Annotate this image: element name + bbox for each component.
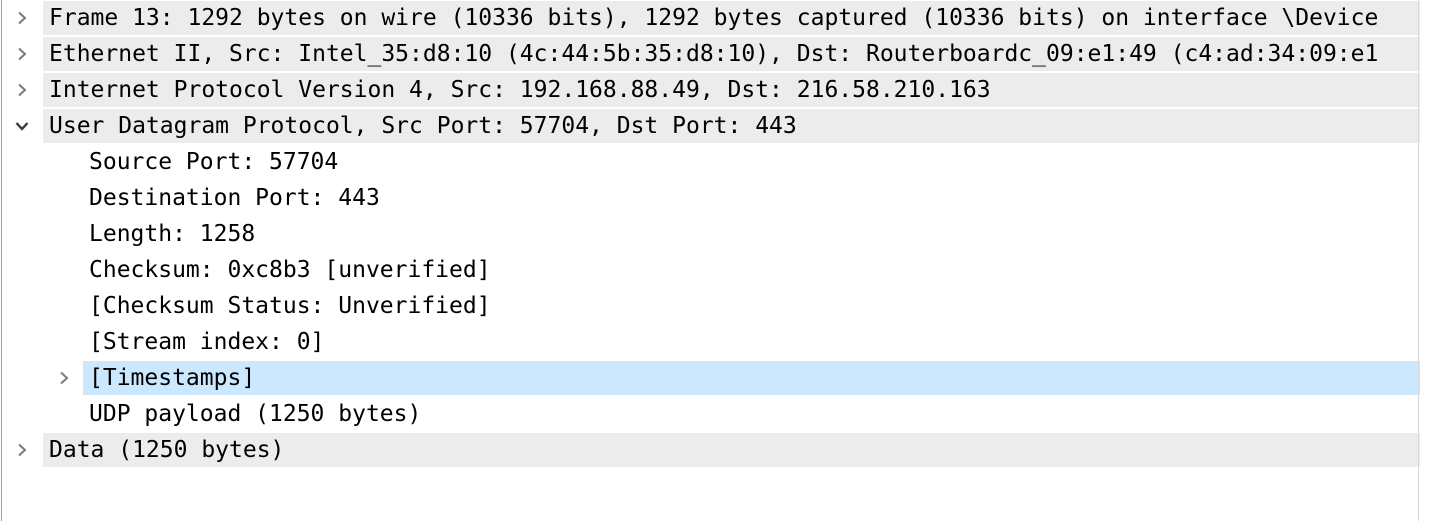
tree-row-udp-payload[interactable]: UDP payload (1250 bytes) <box>2 396 1420 432</box>
tree-row-frame[interactable]: Frame 13: 1292 bytes on wire (10336 bits… <box>2 0 1420 36</box>
tree-row-checksum[interactable]: Checksum: 0xc8b3 [unverified] <box>2 252 1420 288</box>
tree-row-label: [Timestamps] <box>89 365 256 391</box>
tree-row-label: Frame 13: 1292 bytes on wire (10336 bits… <box>49 5 1379 31</box>
tree-row-label: Ethernet II, Src: Intel_35:d8:10 (4c:44:… <box>49 41 1379 67</box>
tree-row-label: Checksum: 0xc8b3 [unverified] <box>89 257 491 283</box>
packet-details-tree: Frame 13: 1292 bytes on wire (10336 bits… <box>1 0 1420 521</box>
selected-row-highlight <box>83 361 1420 395</box>
tree-row-label: Source Port: 57704 <box>89 149 339 175</box>
tree-row-timestamps[interactable]: [Timestamps] <box>2 360 1420 396</box>
chevron-right-icon[interactable] <box>14 432 30 468</box>
tree-row-label: Destination Port: 443 <box>89 185 380 211</box>
chevron-right-icon[interactable] <box>14 36 30 72</box>
tree-row-ipv4[interactable]: Internet Protocol Version 4, Src: 192.16… <box>2 72 1420 108</box>
tree-row-length[interactable]: Length: 1258 <box>2 216 1420 252</box>
chevron-right-icon[interactable] <box>14 72 30 108</box>
chevron-down-icon[interactable] <box>14 108 30 144</box>
tree-row-label: Data (1250 bytes) <box>49 437 285 463</box>
tree-row-data[interactable]: Data (1250 bytes) <box>2 432 1420 468</box>
tree-row-label: [Stream index: 0] <box>89 329 325 355</box>
tree-row-source-port[interactable]: Source Port: 57704 <box>2 144 1420 180</box>
chevron-right-icon[interactable] <box>14 0 30 36</box>
tree-row-label: User Datagram Protocol, Src Port: 57704,… <box>49 113 797 139</box>
scrollbar-track[interactable] <box>1418 0 1419 521</box>
tree-row-label: UDP payload (1250 bytes) <box>89 401 422 427</box>
tree-row-ethernet[interactable]: Ethernet II, Src: Intel_35:d8:10 (4c:44:… <box>2 36 1420 72</box>
tree-row-label: Internet Protocol Version 4, Src: 192.16… <box>49 77 991 103</box>
tree-row-stream-index[interactable]: [Stream index: 0] <box>2 324 1420 360</box>
tree-row-checksum-status[interactable]: [Checksum Status: Unverified] <box>2 288 1420 324</box>
tree-row-destination-port[interactable]: Destination Port: 443 <box>2 180 1420 216</box>
tree-row-udp[interactable]: User Datagram Protocol, Src Port: 57704,… <box>2 108 1420 144</box>
tree-row-label: Length: 1258 <box>89 221 256 247</box>
chevron-right-icon[interactable] <box>56 360 72 396</box>
tree-row-label: [Checksum Status: Unverified] <box>89 293 491 319</box>
